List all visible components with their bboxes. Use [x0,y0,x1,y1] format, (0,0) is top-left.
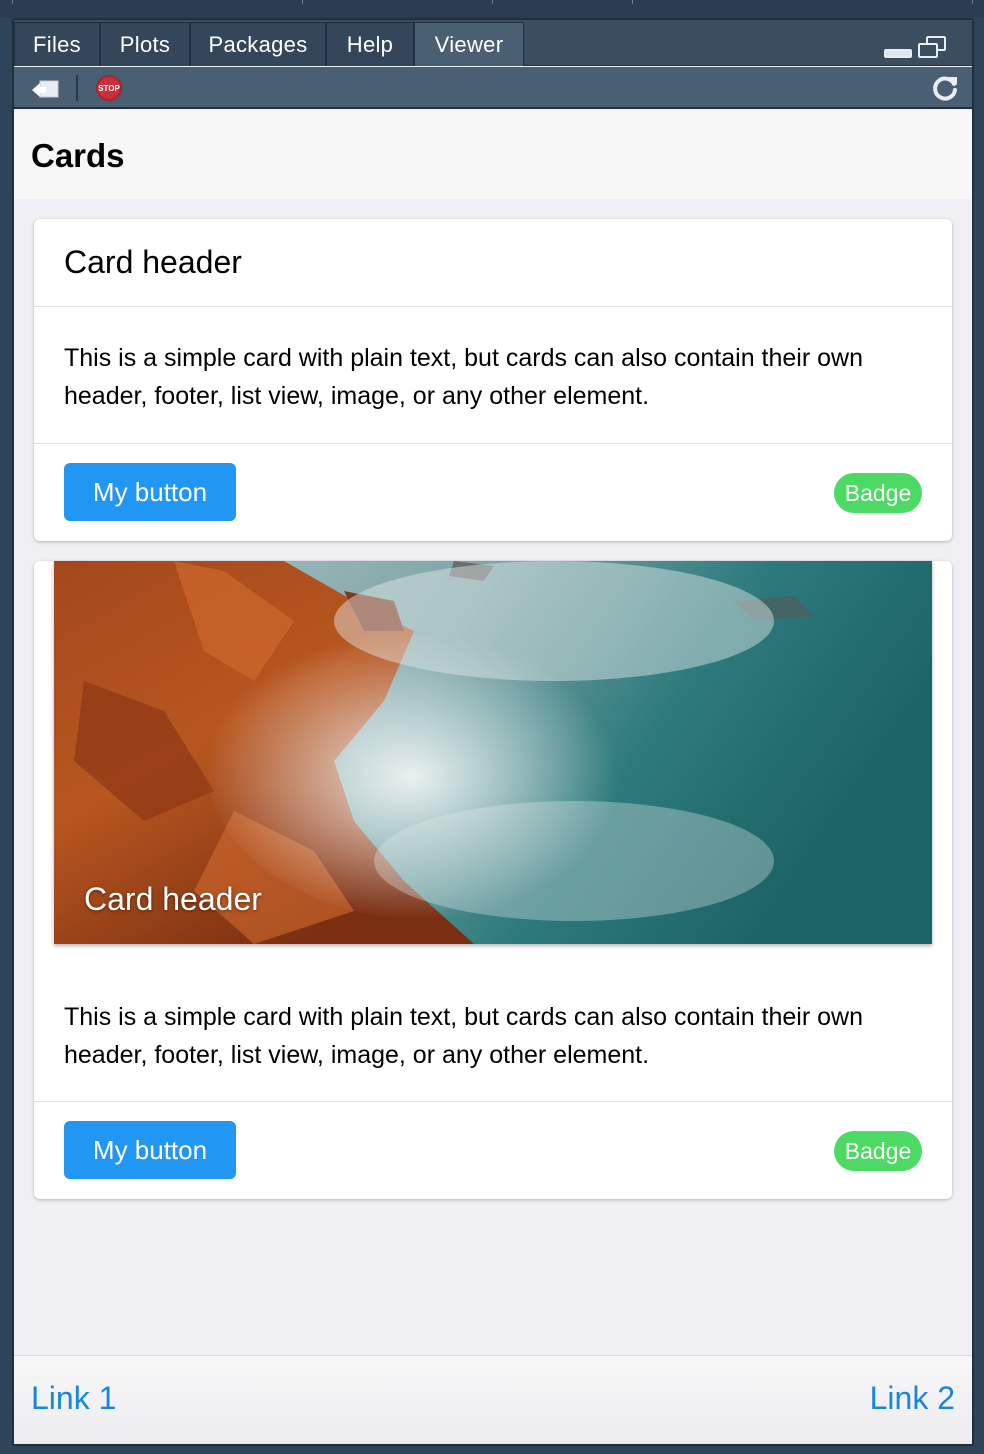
chrome-divider [302,0,303,4]
refresh-icon[interactable] [930,73,960,103]
navbar: Cards [14,111,972,199]
viewer-toolbar: STOP [14,67,972,109]
card-with-image: Card header This is a simple card with p… [34,561,952,1199]
toolbar-separator [76,75,78,101]
chrome-divider [632,0,633,4]
restore-pane-icon[interactable] [918,36,948,60]
export-icon[interactable] [30,77,62,99]
tab-plots[interactable]: Plots [100,22,190,66]
pane-controls [884,36,954,62]
my-button[interactable]: My button [64,463,236,521]
status-badge: Badge [834,1131,922,1171]
tab-viewer[interactable]: Viewer [414,22,524,66]
viewer-content: Cards Card header This is a simple card … [14,111,972,1444]
my-button[interactable]: My button [64,1121,236,1179]
card-footer: My button Badge [34,1101,952,1198]
tab-packages[interactable]: Packages [190,22,326,66]
card-content: This is a simple card with plain text, b… [64,344,863,410]
card-footer: My button Badge [34,443,952,540]
link-2[interactable]: Link 2 [870,1380,955,1417]
card: Card header This is a simple card with p… [34,219,952,541]
viewer-pane: Files Plots Packages Help Viewer STOP Ca… [12,18,974,1446]
tab-help[interactable]: Help [326,22,414,66]
pane-tabbar: Files Plots Packages Help Viewer [14,20,972,66]
page-title: Cards [31,137,125,174]
card-image-title: Card header [84,881,262,917]
minimize-pane-icon[interactable] [884,49,912,58]
card-header: Card header [34,219,952,307]
stop-icon[interactable]: STOP [96,75,122,101]
card-content: This is a simple card with plain text, b… [64,1003,863,1069]
link-1[interactable]: Link 1 [31,1380,116,1417]
status-badge: Badge [834,473,922,513]
chrome-divider [972,0,973,4]
tab-files[interactable]: Files [14,22,100,66]
card-image: Card header [54,561,932,944]
bottom-toolbar: Link 1 Link 2 [14,1355,972,1444]
outer-chrome [0,0,984,18]
chrome-divider [12,0,13,4]
chrome-divider [492,0,493,4]
